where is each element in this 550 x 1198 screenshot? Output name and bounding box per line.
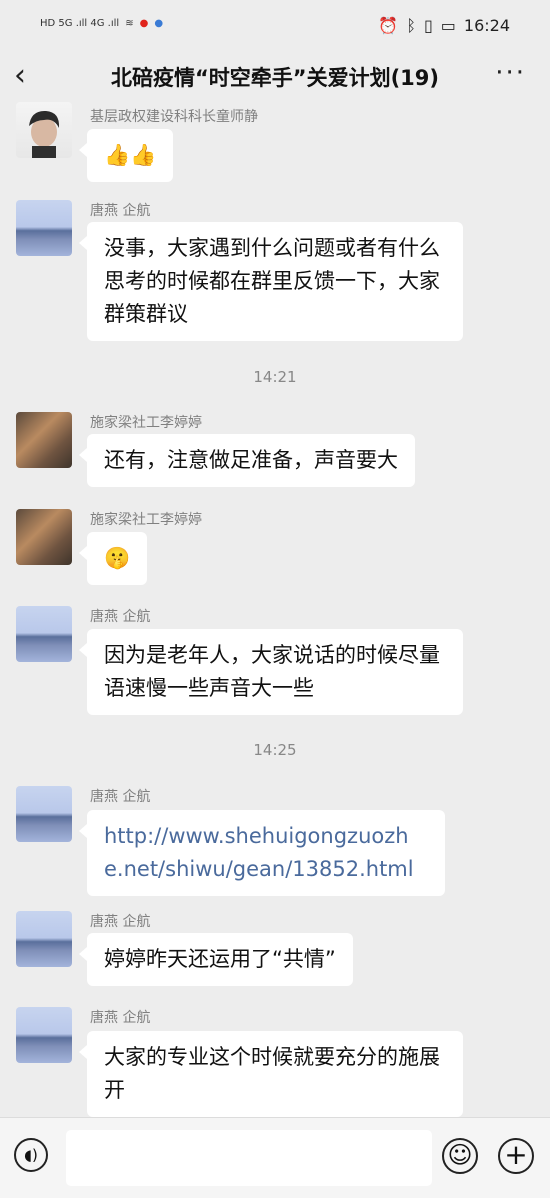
link-message[interactable]: http://www.shehuigongzuozhe.net/shiwu/ge… bbox=[79, 810, 445, 896]
message-bubble[interactable]: 👍👍 bbox=[78, 129, 174, 182]
emoji-icon[interactable]: ☺ bbox=[442, 1138, 478, 1174]
status-bar: HD 5G .ıll 4G .ıll ≋ ● ● ⏰ ᛒ ▯ ▭ 16:24 bbox=[0, 0, 550, 56]
message-input[interactable] bbox=[66, 1130, 432, 1186]
weibo-icon: ● bbox=[139, 18, 149, 29]
sender-name: 唐燕 企航 bbox=[90, 914, 151, 930]
status-right: ⏰ ᛒ ▯ ▭ 16:24 bbox=[378, 16, 510, 35]
message-bubble[interactable]: 🤫 bbox=[78, 532, 148, 585]
message-bubble[interactable]: 还有，注意做足准备，声音要大 bbox=[79, 434, 415, 487]
clock: 16:24 bbox=[463, 16, 510, 35]
chat-area[interactable]: 基层政权建设科科长童师静 👍👍 唐燕 企航 没事，大家遇到什么问题或者有什么思考… bbox=[0, 102, 550, 1117]
more-button[interactable]: ··· bbox=[495, 58, 526, 88]
sender-name: 基层政权建设科科长童师静 bbox=[90, 109, 258, 125]
navbar: ‹ 北碚疫情“时空牵手”关爱计划(19) ··· bbox=[0, 56, 550, 102]
voice-icon[interactable]: ◖) bbox=[14, 1138, 48, 1172]
sender-name: 施家梁社工李婷婷 bbox=[90, 415, 202, 431]
sender-name: 唐燕 企航 bbox=[90, 789, 151, 805]
battery-icon: ▭ bbox=[440, 16, 456, 35]
vibrate-icon: ▯ bbox=[423, 16, 433, 35]
app-icon: ● bbox=[154, 18, 164, 29]
message-bubble[interactable]: 婷婷昨天还运用了“共情” bbox=[79, 933, 353, 986]
timestamp: 14:21 bbox=[253, 368, 297, 386]
chat-title: 北碚疫情“时空牵手”关爱计划(19) bbox=[110, 66, 440, 90]
bluetooth-icon: ᛒ bbox=[406, 16, 416, 35]
message-bubble[interactable]: 大家的专业这个时候就要充分的施展开 bbox=[79, 1031, 463, 1117]
sender-name: 唐燕 企航 bbox=[90, 609, 151, 625]
sender-name: 唐燕 企航 bbox=[90, 1010, 151, 1026]
input-bar: ◖) ☺ + bbox=[0, 1117, 550, 1198]
avatar[interactable] bbox=[16, 606, 72, 662]
avatar[interactable] bbox=[16, 412, 72, 468]
sender-name: 唐燕 企航 bbox=[90, 203, 151, 219]
message-bubble[interactable]: 没事，大家遇到什么问题或者有什么思考的时候都在群里反馈一下，大家群策群议 bbox=[79, 222, 463, 341]
chevron-left-icon[interactable]: ‹ bbox=[14, 61, 44, 92]
timestamp: 14:25 bbox=[253, 741, 297, 759]
wifi-icon: ≋ bbox=[125, 18, 134, 29]
avatar[interactable] bbox=[16, 1007, 72, 1063]
sender-name: 施家梁社工李婷婷 bbox=[90, 512, 202, 528]
plus-icon[interactable]: + bbox=[498, 1138, 534, 1174]
signal-text: HD 5G .ıll 4G .ıll bbox=[40, 18, 120, 29]
avatar[interactable] bbox=[16, 102, 72, 158]
avatar[interactable] bbox=[16, 200, 72, 256]
avatar[interactable] bbox=[16, 911, 72, 967]
avatar[interactable] bbox=[16, 509, 72, 565]
avatar[interactable] bbox=[16, 786, 72, 842]
message-bubble[interactable]: 因为是老年人，大家说话的时候尽量语速慢一些声音大一些 bbox=[79, 629, 463, 715]
signal-indicators: HD 5G .ıll 4G .ıll ≋ ● ● bbox=[40, 18, 163, 29]
alarm-icon: ⏰ bbox=[378, 16, 399, 35]
